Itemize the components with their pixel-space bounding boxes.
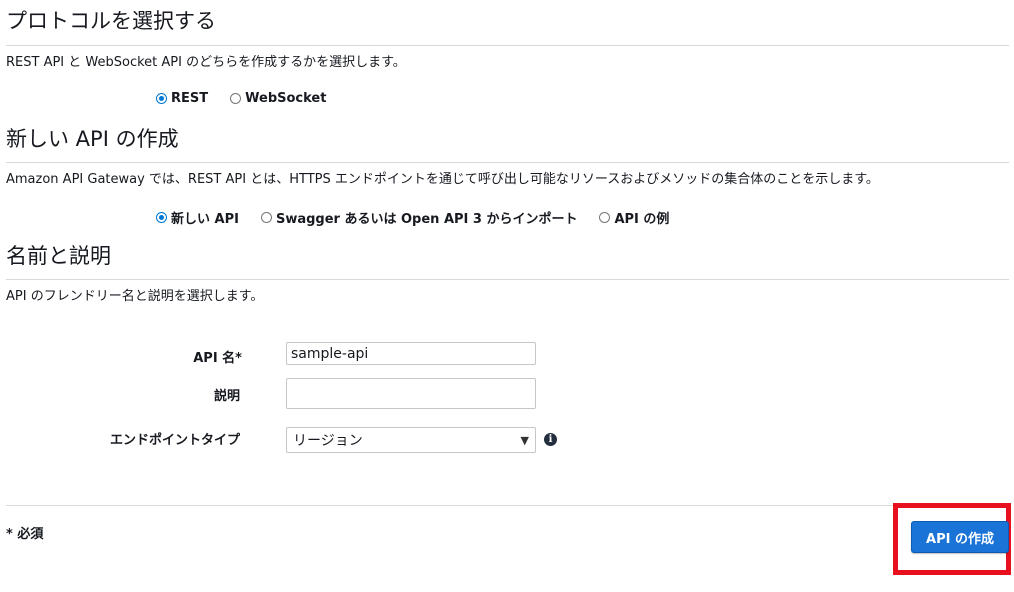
endpoint-type-label: エンドポイントタイプ: [109, 433, 240, 448]
description-label: 説明: [213, 389, 240, 404]
protocol-section-title: プロトコルを選択する: [6, 9, 216, 33]
divider: [6, 162, 1009, 163]
new-api-section-title: 新しい API の作成: [6, 127, 179, 151]
divider: [6, 279, 1009, 280]
new-api-description: Amazon API Gateway では、REST API とは、HTTPS …: [6, 172, 879, 187]
radio-rest-label: REST: [171, 91, 209, 106]
protocol-radio-group: REST WebSocket: [156, 91, 348, 106]
radio-import[interactable]: Swagger あるいは Open API 3 からインポート: [260, 208, 578, 227]
chevron-down-icon: ▼: [520, 433, 529, 447]
protocol-description: REST API と WebSocket API のどちらを作成するかを選択しま…: [6, 55, 406, 70]
radio-import-indicator[interactable]: [260, 212, 272, 223]
api-name-label: API 名*: [193, 351, 242, 366]
radio-example-api-label: API の例: [614, 212, 670, 227]
radio-example-api-indicator[interactable]: [599, 212, 611, 223]
radio-new-api-indicator[interactable]: [156, 212, 167, 223]
radio-rest-indicator[interactable]: [156, 93, 167, 104]
radio-new-api-label: 新しい API: [171, 212, 239, 227]
info-icon[interactable]: i: [544, 433, 557, 446]
divider: [6, 505, 1009, 506]
radio-example-api[interactable]: API の例: [599, 208, 669, 227]
name-section-title: 名前と説明: [6, 244, 111, 268]
radio-websocket-indicator[interactable]: [230, 93, 242, 104]
endpoint-type-value: リージョン: [293, 433, 363, 449]
radio-websocket-label: WebSocket: [245, 91, 327, 106]
divider: [6, 45, 1009, 46]
radio-rest[interactable]: REST: [156, 91, 208, 106]
create-api-button[interactable]: API の作成: [911, 521, 1009, 553]
description-input[interactable]: [286, 378, 536, 409]
radio-websocket[interactable]: WebSocket: [230, 91, 326, 106]
endpoint-type-select[interactable]: リージョン ▼: [286, 427, 536, 453]
radio-import-label: Swagger あるいは Open API 3 からインポート: [275, 212, 578, 227]
name-section-description: API のフレンドリー名と説明を選択します。: [6, 289, 264, 304]
api-name-input[interactable]: [286, 342, 536, 365]
new-api-radio-group: 新しい API Swagger あるいは Open API 3 からインポート …: [156, 208, 691, 227]
required-note: * 必須: [6, 527, 44, 542]
radio-new-api[interactable]: 新しい API: [156, 208, 239, 227]
